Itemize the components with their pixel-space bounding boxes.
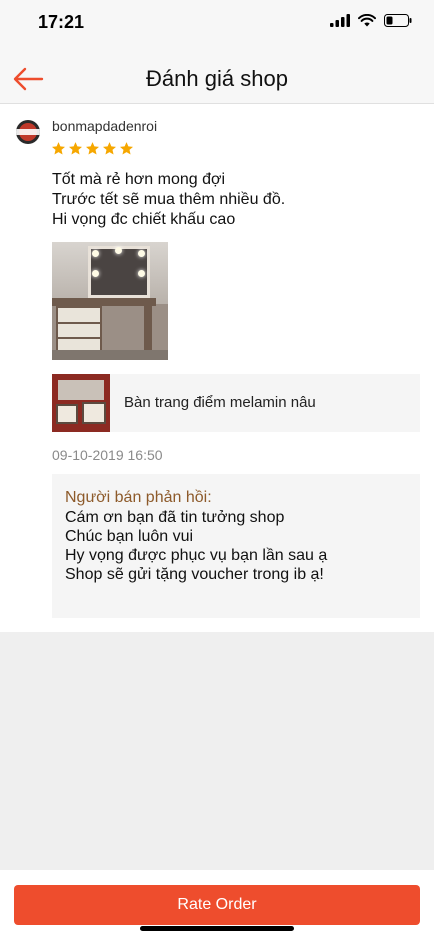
rating-stars: [51, 141, 134, 156]
page-title: Đánh giá shop: [146, 66, 288, 91]
star-icon: [103, 142, 116, 155]
seller-reply-line: Hy vọng được phục vụ bạn lần sau ạ: [65, 547, 328, 564]
battery-icon: [384, 14, 412, 27]
nav-bar: Đánh giá shop: [0, 52, 434, 104]
rate-order-button[interactable]: Rate Order: [14, 885, 420, 925]
star-icon: [52, 142, 65, 155]
seller-reply-line: Shop sẽ gửi tặng voucher trong ib ạ!: [65, 566, 324, 583]
avatar[interactable]: [16, 120, 40, 144]
review-card: bonmapdadenroi Tốt mà rẻ hơn mong đợi Tr…: [0, 104, 434, 632]
seller-reply-line: Cám ơn bạn đã tin tưởng shop: [65, 509, 285, 526]
status-bar: 17:21: [0, 0, 434, 52]
status-time: 17:21: [38, 12, 85, 32]
wifi-icon: [358, 14, 376, 27]
seller-reply-line: Chúc bạn luôn vui: [65, 528, 194, 545]
home-indicator: [140, 926, 294, 931]
review-line: Tốt mà rẻ hơn mong đợi: [52, 171, 226, 188]
seller-reply-title: Người bán phản hồi:: [65, 489, 212, 506]
bottom-bar: Rate Order: [0, 870, 434, 941]
review-line: Trước tết sẽ mua thêm nhiều đồ.: [52, 191, 286, 208]
star-icon: [86, 142, 99, 155]
review-photo[interactable]: [52, 242, 168, 360]
reviewer-username[interactable]: bonmapdadenroi: [52, 118, 157, 134]
seller-reply: Người bán phản hồi: Cám ơn bạn đã tin tư…: [52, 474, 420, 618]
signal-icon: [330, 14, 350, 27]
status-icons: [330, 14, 412, 27]
star-icon: [69, 142, 82, 155]
product-link[interactable]: Bàn trang điểm melamin nâu: [52, 374, 420, 432]
star-icon: [120, 142, 133, 155]
product-name: Bàn trang điểm melamin nâu: [124, 394, 316, 411]
review-date: 09-10-2019 16:50: [52, 447, 163, 463]
product-thumbnail: [52, 374, 110, 432]
review-line: Hi vọng đc chiết khấu cao: [52, 211, 236, 228]
review-text: Tốt mà rẻ hơn mong đợi Trước tết sẽ mua …: [52, 170, 285, 230]
